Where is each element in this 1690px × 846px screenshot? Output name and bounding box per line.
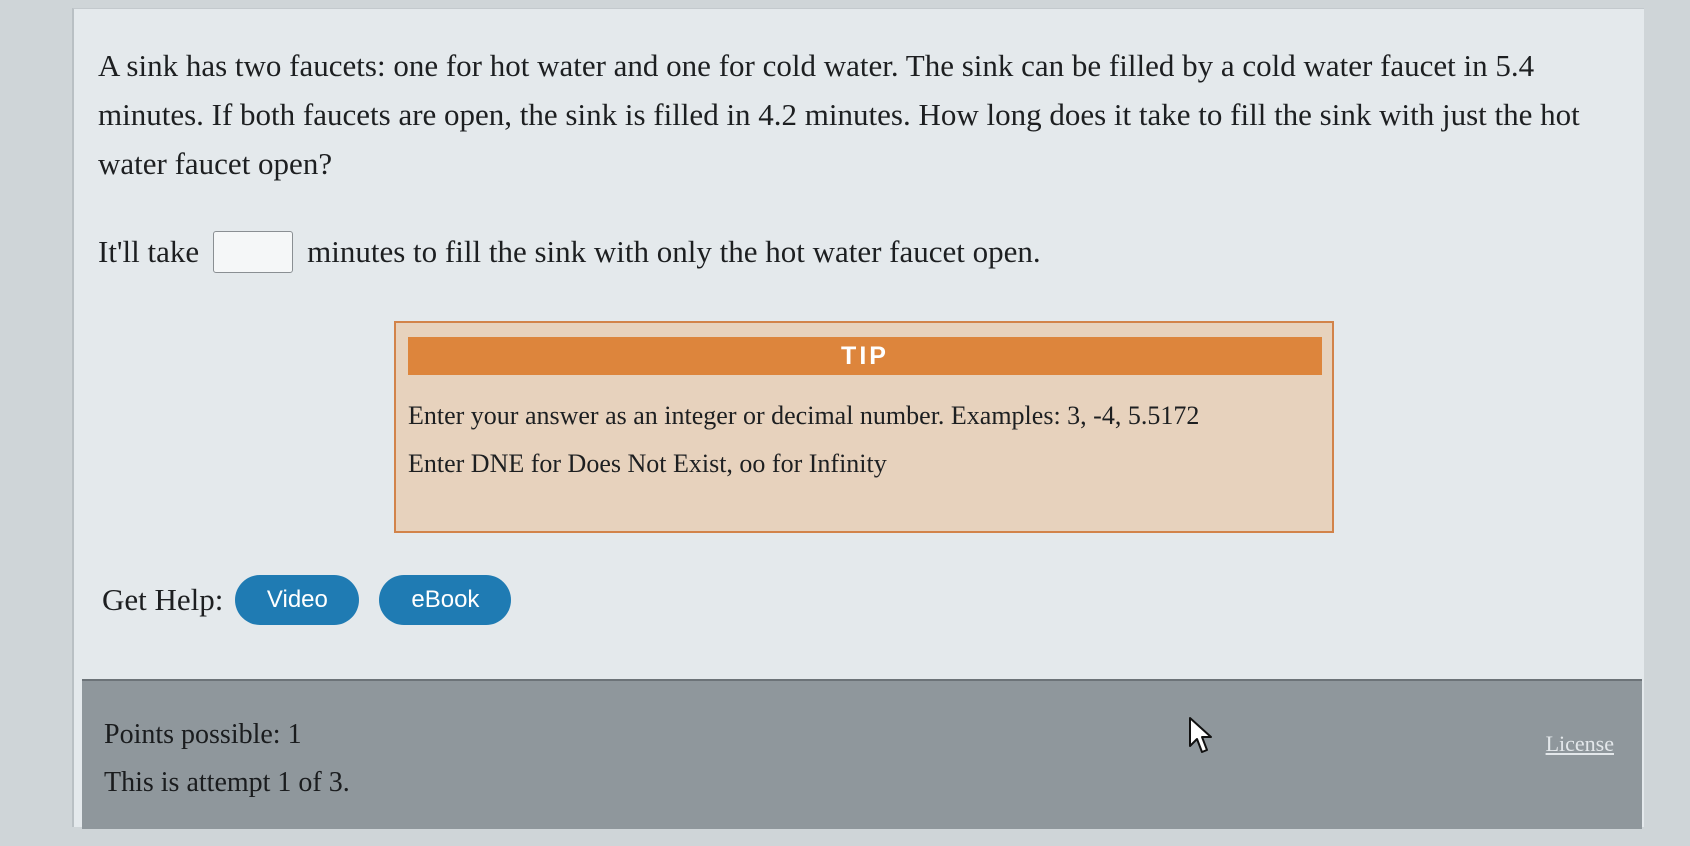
question-text: A sink has two faucets: one for hot wate… xyxy=(98,48,1580,181)
points-possible: Points possible: 1 xyxy=(104,719,302,750)
answer-suffix: minutes to fill the sink with only the h… xyxy=(307,234,1041,269)
video-button[interactable]: Video xyxy=(235,575,360,625)
tip-box: TIP Enter your answer as an integer or d… xyxy=(394,321,1334,533)
answer-prefix: It'll take xyxy=(98,234,200,269)
points-info: Points possible: 1 This is attempt 1 of … xyxy=(104,711,350,807)
answer-input[interactable] xyxy=(213,231,294,273)
footer: Points possible: 1 This is attempt 1 of … xyxy=(82,679,1642,829)
get-help: Get Help: Video eBook xyxy=(102,575,512,625)
tip-title: TIP xyxy=(408,337,1322,375)
license-link[interactable]: License xyxy=(1546,731,1614,757)
get-help-label: Get Help: xyxy=(102,582,224,617)
question-panel: A sink has two faucets: one for hot wate… xyxy=(72,8,1644,829)
attempt-count: This is attempt 1 of 3. xyxy=(104,767,350,798)
ebook-button[interactable]: eBook xyxy=(379,575,512,625)
answer-line: It'll take minutes to fill the sink with… xyxy=(98,231,1041,273)
tip-line-special: Enter DNE for Does Not Exist, oo for Inf… xyxy=(408,449,887,478)
tip-line-format: Enter your answer as an integer or decim… xyxy=(408,401,1200,430)
mouse-pointer-icon xyxy=(1189,717,1212,753)
